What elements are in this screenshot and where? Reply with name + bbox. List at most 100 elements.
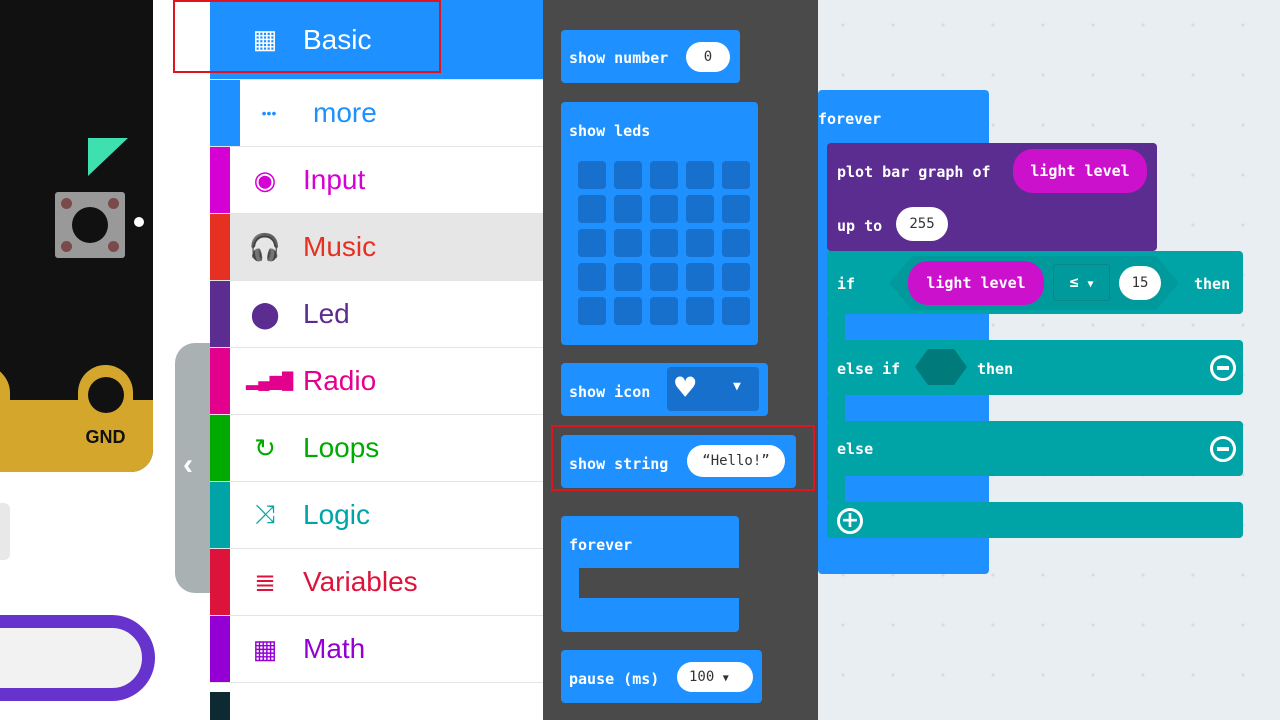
pause-dropdown[interactable]: 100 ▼ [677,662,753,692]
category-stripe [210,214,230,280]
led-cell[interactable] [578,263,606,291]
led-cell[interactable] [722,195,750,223]
led-cell[interactable] [686,297,714,325]
collapse-simulator-button[interactable]: ‹ [175,343,215,593]
highlight-basic [173,0,441,73]
category-logic[interactable]: ⤨ Logic [210,482,543,549]
block-pause[interactable]: pause (ms) 100 ▼ [561,650,762,703]
led-cell[interactable] [722,263,750,291]
category-stripe [210,147,230,213]
number-input[interactable]: 0 [686,42,730,72]
category-math[interactable]: ▦ Math [210,616,543,683]
led-cell[interactable] [650,195,678,223]
led-cell[interactable] [578,161,606,189]
led-cell[interactable] [686,161,714,189]
category-stripe [210,616,230,682]
led-cell[interactable] [722,161,750,189]
calculator-icon: ▦ [252,633,278,664]
ellipsis-icon: ••• [261,105,277,121]
category-stripe [210,482,230,548]
led-cell[interactable] [650,263,678,291]
led-cell[interactable] [722,229,750,257]
icon-dropdown[interactable]: ♥ ▼ [667,367,759,411]
operator-value: ≤ [1069,273,1079,291]
block-label: then [977,360,1014,378]
block-show-number[interactable]: show number 0 [561,30,740,83]
category-stripe [210,415,230,481]
next-category-stripe [210,692,230,720]
block-forever[interactable]: forever [561,516,739,632]
remove-else-if-icon[interactable] [1210,355,1236,381]
sim-control[interactable] [0,503,10,560]
led-cell[interactable] [614,297,642,325]
dropdown-arrow-icon: ▼ [1087,279,1094,290]
headphones-icon: 🎧 [248,231,282,262]
add-else-if-icon[interactable]: + [837,508,863,534]
block-label: show number [569,49,669,67]
light-level-reporter[interactable]: light level [1013,149,1147,193]
block-label: then [1194,275,1231,293]
plot-bar-graph-block[interactable]: plot bar graph of light level up to 255 [827,143,1157,251]
block-show-leds[interactable]: show leds [561,102,758,345]
led-cell[interactable] [686,229,714,257]
gnd-hole [88,377,124,413]
pin-pad[interactable] [0,365,10,472]
block-label: else [837,440,874,458]
sim-toolbar[interactable] [0,615,155,701]
operator-dropdown[interactable]: ≤ ▼ [1053,264,1110,301]
button-b-label: B [73,119,87,140]
led-cell[interactable] [614,195,642,223]
toolbox: ▦ Basic ••• more ◉ Input 🎧 Music ⬤ Led ▂▄▆█ Radio ↻ L… [210,0,543,720]
chevron-left-icon: ‹ [183,448,193,481]
led-cell[interactable] [614,161,642,189]
led-cell[interactable] [686,195,714,223]
refresh-icon: ↻ [254,432,276,463]
signal-bars-icon: ▂▄▆█ [246,373,294,390]
button-b-marker [88,138,128,176]
microbit-board: GND B [0,0,153,472]
workspace[interactable]: forever plot bar graph of light level up… [818,0,1280,720]
category-variables[interactable]: ≣ Variables [210,549,543,616]
category-label: Music [303,231,377,262]
category-led[interactable]: ⬤ Led [210,281,543,348]
list-icon: ≣ [254,566,276,597]
block-label: else if [837,360,901,378]
category-stripe [210,80,240,146]
toggle-icon: ⬤ [250,298,280,329]
block-show-icon[interactable]: show icon ♥ ▼ [561,363,768,416]
block-label: show icon [569,383,651,401]
category-label: Math [303,633,366,664]
led-cell[interactable] [722,297,750,325]
led-cell[interactable] [650,229,678,257]
block-label: forever [569,536,633,554]
category-more[interactable]: ••• more [210,80,543,147]
led-cell[interactable] [650,161,678,189]
led-cell[interactable] [578,195,606,223]
led-cell[interactable] [578,297,606,325]
if-block[interactable]: if light level ≤ ▼ 15 then else if then … [827,251,1243,538]
remove-else-icon[interactable] [1210,436,1236,462]
category-label: Variables [303,566,418,597]
radio-button-icon: ◉ [253,164,277,195]
dropdown-arrow-icon: ▼ [722,673,729,684]
light-level-reporter[interactable]: light level [908,261,1044,305]
category-radio[interactable]: ▂▄▆█ Radio [210,348,543,415]
led-cell[interactable] [650,297,678,325]
category-loops[interactable]: ↻ Loops [210,415,543,482]
threshold-input[interactable]: 15 [1119,266,1161,300]
led-cell[interactable] [578,229,606,257]
category-music[interactable]: 🎧 Music [210,214,543,281]
category-input[interactable]: ◉ Input [210,147,543,214]
category-stripe [210,348,230,414]
category-label: more [313,97,377,128]
led-cell[interactable] [614,263,642,291]
led-cell[interactable] [614,229,642,257]
max-input[interactable]: 255 [896,207,948,241]
category-stripe [210,549,230,615]
led-cell[interactable] [686,263,714,291]
block-label: pause (ms) [569,670,660,688]
shuffle-icon: ⤨ [254,499,276,529]
button-b[interactable] [55,192,125,258]
led-dot [134,217,144,227]
category-stripe [210,281,230,347]
